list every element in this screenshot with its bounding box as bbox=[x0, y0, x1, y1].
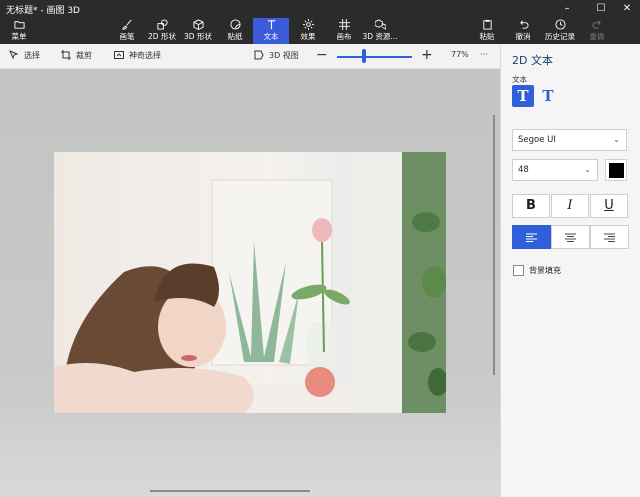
vertical-scrollbar[interactable] bbox=[493, 115, 495, 375]
font-size-value: 48 bbox=[518, 165, 529, 175]
zoom-slider-thumb[interactable] bbox=[362, 49, 366, 63]
menu-button[interactable]: 菜单 bbox=[4, 18, 34, 44]
shapes-2d-icon bbox=[145, 19, 179, 32]
tool-label: 撤消 bbox=[515, 32, 531, 41]
tool-label: 3D 形状 bbox=[184, 32, 212, 41]
paste-button[interactable]: 粘贴 bbox=[474, 18, 500, 44]
chevron-down-icon: ⌄ bbox=[613, 135, 620, 144]
history-icon bbox=[542, 19, 578, 32]
ribbon-toolbar: 菜单 画笔 2D 形状 3D 形状 贴纸 文本 效果 画布 3D 资源... 粘… bbox=[0, 18, 640, 44]
tool-stickers[interactable]: 贴纸 bbox=[221, 18, 249, 44]
font-family-value: Segoe UI bbox=[518, 135, 556, 145]
tool-label: 贴纸 bbox=[227, 32, 243, 41]
3d-text-button[interactable]: T bbox=[537, 85, 559, 107]
paste-icon bbox=[474, 19, 500, 32]
tool-effects[interactable]: 效果 bbox=[294, 18, 322, 44]
magic-select-label: 神奇选择 bbox=[129, 51, 161, 60]
align-right-icon bbox=[604, 233, 615, 242]
photo-illustration bbox=[54, 152, 446, 413]
chevron-down-icon: ⌄ bbox=[584, 165, 591, 174]
background-fill-checkbox[interactable] bbox=[513, 265, 524, 276]
effects-sun-icon bbox=[294, 19, 322, 32]
tool-label: 重做 bbox=[589, 32, 605, 41]
minimize-button[interactable]: – bbox=[552, 0, 582, 18]
canvas-image[interactable] bbox=[54, 152, 446, 413]
font-family-select[interactable]: Segoe UI ⌄ bbox=[512, 129, 627, 151]
properties-panel: 2D 文本 文本 T T Segoe UI ⌄ 48 ⌄ B I U 背景填充 bbox=[500, 44, 640, 497]
folder-icon bbox=[4, 19, 34, 32]
select-button[interactable]: 选择 bbox=[9, 50, 40, 63]
more-options-button[interactable]: ··· bbox=[480, 50, 488, 63]
redo-button[interactable]: 重做 bbox=[584, 18, 610, 44]
panel-title: 2D 文本 bbox=[512, 54, 553, 67]
zoom-level: 77% bbox=[451, 50, 469, 59]
tool-label: 效果 bbox=[300, 32, 316, 41]
zoom-in-button[interactable]: + bbox=[421, 47, 433, 63]
view-3d-icon bbox=[254, 50, 264, 60]
tool-2d-shapes[interactable]: 2D 形状 bbox=[145, 18, 179, 44]
view-3d-label: 3D 视图 bbox=[269, 51, 299, 60]
close-button[interactable]: ✕ bbox=[612, 0, 640, 18]
history-button[interactable]: 历史记录 bbox=[542, 18, 578, 44]
align-center-icon bbox=[565, 233, 576, 242]
tool-label: 文本 bbox=[263, 32, 279, 41]
magic-select-button[interactable]: 神奇选择 bbox=[114, 50, 161, 63]
zoom-out-button[interactable]: − bbox=[316, 47, 328, 63]
background-fill-label: 背景填充 bbox=[529, 266, 561, 275]
tool-label: 画布 bbox=[336, 32, 352, 41]
bold-button[interactable]: B bbox=[512, 194, 550, 218]
font-size-select[interactable]: 48 ⌄ bbox=[512, 159, 598, 181]
tool-label: 粘贴 bbox=[479, 32, 495, 41]
redo-icon bbox=[584, 19, 610, 32]
sticker-icon bbox=[221, 19, 249, 32]
crop-label: 裁剪 bbox=[76, 51, 92, 60]
magic-select-icon bbox=[114, 51, 124, 59]
tool-text[interactable]: 文本 bbox=[253, 18, 289, 44]
select-label: 选择 bbox=[24, 51, 40, 60]
crop-button[interactable]: 裁剪 bbox=[61, 50, 92, 63]
underline-button[interactable]: U bbox=[590, 194, 628, 218]
text-icon bbox=[253, 19, 289, 32]
tool-3d-library[interactable]: 3D 资源... bbox=[362, 18, 398, 44]
undo-icon bbox=[509, 19, 537, 32]
zoom-slider-track[interactable] bbox=[337, 56, 412, 58]
crop-icon bbox=[61, 50, 71, 60]
horizontal-scrollbar[interactable] bbox=[150, 490, 310, 492]
canvas-grid-icon bbox=[330, 19, 358, 32]
tool-label: 画笔 bbox=[119, 32, 135, 41]
brush-icon bbox=[113, 19, 141, 32]
library-icon bbox=[362, 19, 398, 32]
align-left-icon bbox=[526, 233, 537, 242]
view-3d-button[interactable]: 3D 视图 bbox=[254, 50, 299, 63]
menu-label: 菜单 bbox=[11, 32, 27, 41]
tool-label: 3D 资源... bbox=[362, 32, 398, 41]
align-center-button[interactable] bbox=[551, 225, 590, 249]
text-section-label: 文本 bbox=[512, 75, 527, 84]
secondary-toolbar: 选择 裁剪 神奇选择 3D 视图 − + 77% ··· bbox=[0, 44, 500, 69]
tool-3d-shapes[interactable]: 3D 形状 bbox=[181, 18, 215, 44]
plain-text-button[interactable]: T bbox=[512, 85, 534, 107]
cursor-icon bbox=[9, 50, 19, 60]
window-title: 无标题* - 画图 3D bbox=[6, 6, 80, 16]
align-right-button[interactable] bbox=[590, 225, 629, 249]
cube-icon bbox=[181, 19, 215, 32]
text-color-swatch[interactable] bbox=[605, 159, 627, 181]
undo-button[interactable]: 撤消 bbox=[509, 18, 537, 44]
italic-button[interactable]: I bbox=[551, 194, 589, 218]
tool-canvas[interactable]: 画布 bbox=[330, 18, 358, 44]
align-left-button[interactable] bbox=[512, 225, 551, 249]
tool-label: 2D 形状 bbox=[148, 32, 176, 41]
title-bar: 无标题* - 画图 3D – ☐ ✕ bbox=[0, 0, 640, 18]
tool-label: 历史记录 bbox=[545, 32, 575, 41]
color-fill bbox=[609, 163, 624, 178]
tool-brush[interactable]: 画笔 bbox=[113, 18, 141, 44]
